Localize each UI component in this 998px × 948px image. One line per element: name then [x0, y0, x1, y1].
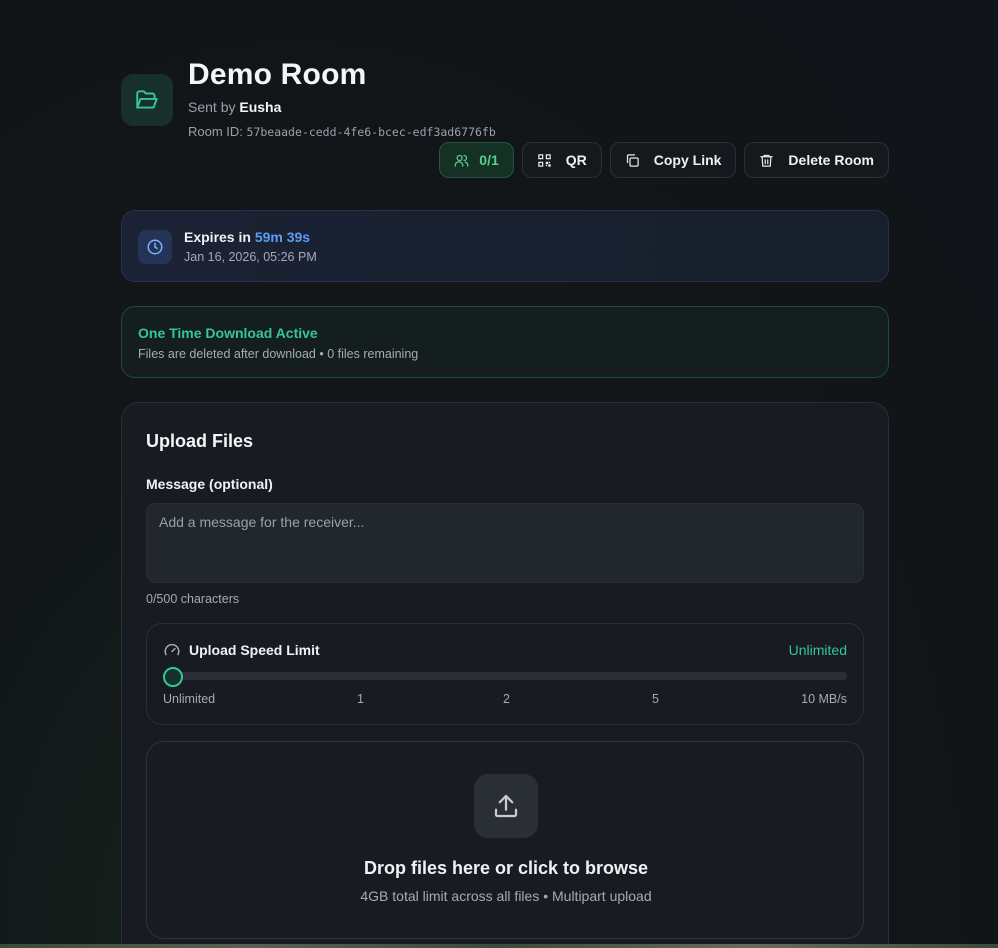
copy-link-label: Copy Link	[653, 152, 722, 168]
speed-slider-handle[interactable]	[163, 667, 183, 687]
expires-prefix: Expires in	[184, 229, 255, 245]
speed-slider-ticks: Unlimited 1 2 5 10 MB/s	[163, 692, 847, 708]
delete-room-button[interactable]: Delete Room	[744, 142, 889, 178]
message-label: Message (optional)	[146, 476, 273, 492]
message-input[interactable]	[146, 503, 864, 583]
tick-label: Unlimited	[163, 692, 216, 706]
copy-icon	[626, 153, 639, 167]
char-count: 0/500 characters	[146, 592, 240, 606]
drop-subtitle: 4GB total limit across all files • Multi…	[360, 888, 652, 904]
speed-limit-value: Unlimited	[788, 642, 847, 658]
users-icon	[454, 154, 469, 167]
expires-date: Jan 16, 2026, 05:26 PM	[184, 250, 317, 264]
room-actions: 0/1 QR Copy Link Delete Room	[439, 142, 889, 178]
room-id-line: Room ID: 57beaade-cedd-4fe6-bcec-edf3ad6…	[188, 124, 496, 139]
folder-open-icon	[121, 74, 173, 126]
sender-name: Eusha	[239, 99, 282, 115]
sent-by-prefix: Sent by	[188, 99, 240, 115]
upload-panel: Upload Files Message (optional) 0/500 ch…	[121, 402, 889, 948]
tick-label: 2	[503, 692, 510, 706]
file-drop-zone[interactable]: Drop files here or click to browse 4GB t…	[146, 741, 864, 939]
delete-room-label: Delete Room	[788, 152, 874, 168]
bottom-edge	[0, 944, 998, 948]
qr-button[interactable]: QR	[521, 142, 602, 178]
copy-link-button[interactable]: Copy Link	[609, 142, 737, 178]
speed-limit-title: Upload Speed Limit	[189, 642, 320, 658]
trash-icon	[760, 154, 774, 167]
room-id-value: 57beaade-cedd-4fe6-bcec-edf3ad6776fb	[246, 125, 496, 139]
speed-limit-panel: Upload Speed Limit Unlimited Unlimited 1…	[146, 623, 864, 725]
expires-title: Expires in 59m 39s	[184, 229, 310, 245]
speed-limit-heading: Upload Speed Limit	[163, 641, 320, 659]
clock-icon	[138, 230, 172, 264]
upload-icon	[474, 774, 538, 838]
expiry-card: Expires in 59m 39s Jan 16, 2026, 05:26 P…	[121, 210, 889, 282]
tick-label: 1	[357, 692, 364, 706]
room-id-label: Room ID:	[188, 124, 247, 139]
users-count: 0/1	[479, 152, 499, 168]
speedometer-icon	[164, 643, 180, 656]
one-time-subtitle: Files are deleted after download • 0 fil…	[138, 347, 419, 361]
room-header: Demo Room Sent by Eusha Room ID: 57beaad…	[121, 58, 889, 182]
qr-code-icon	[538, 153, 551, 167]
page-title: Demo Room	[188, 58, 367, 91]
one-time-title: One Time Download Active	[138, 325, 318, 341]
drop-title: Drop files here or click to browse	[363, 858, 649, 878]
sent-by-line: Sent by Eusha	[188, 99, 281, 115]
upload-title: Upload Files	[146, 431, 254, 451]
one-time-download-card: One Time Download Active Files are delet…	[121, 306, 889, 378]
qr-label: QR	[565, 152, 587, 168]
expires-countdown: 59m 39s	[254, 229, 311, 245]
speed-slider-track[interactable]	[163, 672, 847, 680]
tick-label: 10 MB/s	[801, 692, 847, 706]
tick-label: 5	[652, 692, 659, 706]
users-count-button[interactable]: 0/1	[439, 142, 514, 178]
